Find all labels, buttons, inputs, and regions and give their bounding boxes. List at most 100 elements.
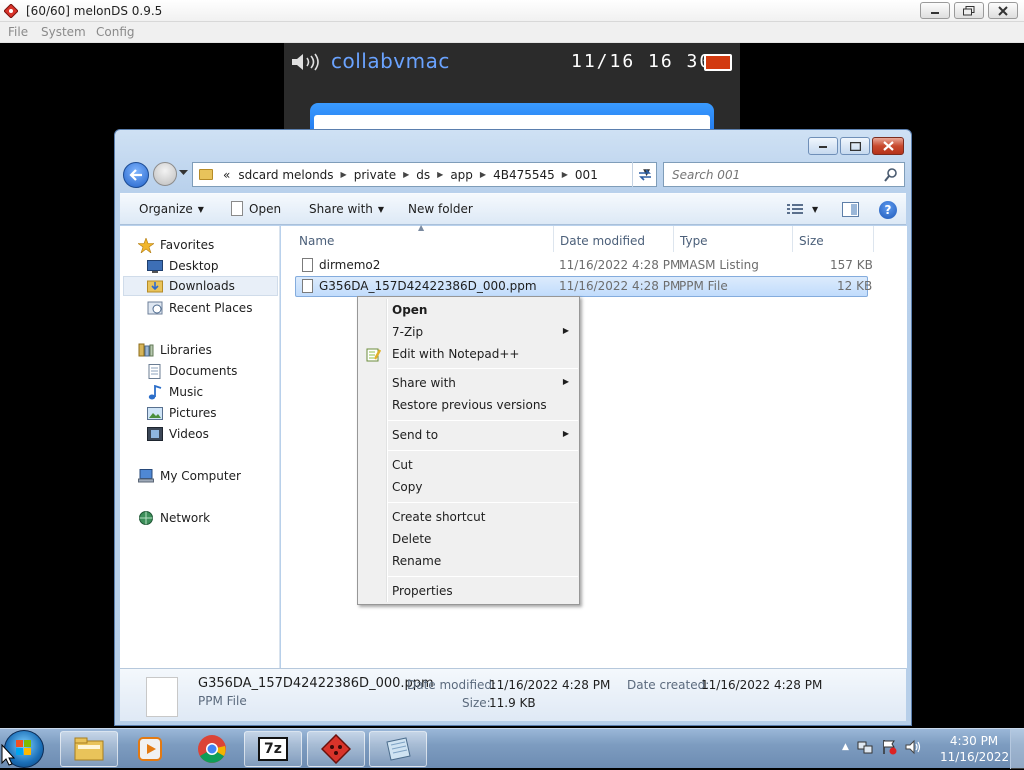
ctx-edit-notepad[interactable]: Edit with Notepad++ <box>360 344 577 365</box>
column-name[interactable]: Name <box>299 234 334 248</box>
clock-date: 11/16/2022 <box>940 750 1010 764</box>
details-size-label: Size: <box>462 696 491 710</box>
video-film-icon <box>147 427 163 441</box>
ctx-share-with-label: Share with <box>392 376 456 390</box>
breadcrumb-private[interactable]: private <box>354 168 396 182</box>
taskbar-chrome-button[interactable] <box>184 731 240 767</box>
breadcrumb-001[interactable]: 001 <box>575 168 598 182</box>
new-folder-button[interactable]: New folder <box>408 202 473 216</box>
search-icon[interactable] <box>884 168 898 182</box>
nav-recent-places[interactable]: Recent Places <box>147 298 252 318</box>
close-button[interactable] <box>988 2 1018 19</box>
forward-button[interactable] <box>153 162 177 186</box>
minimize-icon <box>819 146 827 148</box>
column-size[interactable]: Size <box>799 234 824 248</box>
nav-libraries[interactable]: Libraries <box>138 340 212 360</box>
action-center-flag-icon[interactable] <box>881 739 897 755</box>
show-hidden-icons[interactable]: ▲ <box>842 742 849 752</box>
explorer-maximize-button[interactable] <box>840 137 870 155</box>
file-name: dirmemo2 <box>319 258 381 272</box>
ctx-delete[interactable]: Delete <box>360 529 577 550</box>
explorer-close-button[interactable] <box>872 137 904 155</box>
ctx-restore-previous[interactable]: Restore previous versions <box>360 395 577 416</box>
file-size: 12 KB <box>837 279 873 293</box>
ctx-cut[interactable]: Cut <box>360 455 577 476</box>
nav-videos[interactable]: Videos <box>147 424 209 444</box>
melonds-icon <box>321 734 351 764</box>
share-with-label: Share with <box>309 202 373 216</box>
search-input[interactable] <box>670 167 870 183</box>
nav-pictures[interactable]: Pictures <box>147 403 217 423</box>
ctx-properties-label: Properties <box>392 584 453 598</box>
breadcrumb-app[interactable]: app <box>450 168 473 182</box>
music-note-icon <box>147 384 163 399</box>
file-row-ppm[interactable]: G356DA_157D42422386D_000.ppm 11/16/2022 … <box>295 276 872 297</box>
show-desktop-button[interactable] <box>1010 729 1024 769</box>
network-status-icon[interactable] <box>857 739 873 755</box>
recent-pages-dropdown-icon[interactable] <box>179 170 188 176</box>
navigation-pane: Favorites Desktop Downloads Recent Place… <box>120 226 280 668</box>
nav-network[interactable]: Network <box>138 508 210 528</box>
share-with-button[interactable]: Share with ▼ <box>309 202 384 216</box>
ctx-edit-notepad-label: Edit with Notepad++ <box>392 347 520 361</box>
taskbar-explorer-button[interactable] <box>60 731 118 767</box>
nav-desktop[interactable]: Desktop <box>147 256 219 276</box>
ctx-share-with[interactable]: Share with ▶ <box>360 373 577 394</box>
menu-config[interactable]: Config <box>96 25 135 39</box>
refresh-button[interactable] <box>632 162 656 187</box>
maximize-button[interactable] <box>954 2 984 19</box>
ctx-7zip[interactable]: 7-Zip ▶ <box>360 322 577 343</box>
view-list-icon <box>787 204 803 214</box>
taskbar-notepad-button[interactable] <box>369 731 427 767</box>
pictures-icon <box>147 406 163 420</box>
taskbar-clock[interactable]: 4:30 PM 11/16/2022 <box>940 733 1010 765</box>
open-button[interactable]: Open <box>231 200 281 216</box>
ctx-rename[interactable]: Rename <box>360 551 577 572</box>
taskbar-melonds-button[interactable] <box>307 731 365 767</box>
ds-top-screen[interactable]: collabvmac 11/16 16 30 <box>284 43 740 145</box>
organize-label: Organize <box>139 202 193 216</box>
address-bar[interactable]: « sdcard melonds ▶ private ▶ ds ▶ app ▶ … <box>192 162 657 187</box>
submenu-arrow-icon: ▶ <box>562 326 569 335</box>
volume-icon[interactable] <box>905 739 921 755</box>
nav-documents[interactable]: Documents <box>147 361 237 381</box>
ctx-restore-label: Restore previous versions <box>392 398 547 412</box>
nav-music[interactable]: Music <box>147 382 203 402</box>
ctx-send-to[interactable]: Send to ▶ <box>360 425 577 446</box>
nav-my-computer[interactable]: My Computer <box>138 466 241 486</box>
menu-system[interactable]: System <box>41 25 86 39</box>
ctx-7zip-label: 7-Zip <box>392 325 424 339</box>
back-button[interactable] <box>123 162 149 188</box>
breadcrumb-4b475545[interactable]: 4B475545 <box>493 168 555 182</box>
breadcrumb-ds[interactable]: ds <box>416 168 430 182</box>
ctx-create-shortcut[interactable]: Create shortcut <box>360 507 577 528</box>
ctx-properties[interactable]: Properties <box>360 581 577 602</box>
nav-favorites[interactable]: Favorites <box>138 235 214 255</box>
file-thumbnail-icon <box>146 677 178 717</box>
taskbar-7zip-button[interactable]: 7z <box>244 731 302 767</box>
7zip-icon: 7z <box>258 737 288 761</box>
back-arrow-icon <box>129 169 142 181</box>
explorer-minimize-button[interactable] <box>808 137 838 155</box>
nav-pictures-label: Pictures <box>169 406 217 420</box>
help-icon[interactable]: ? <box>879 201 897 219</box>
change-view-button[interactable]: ▼ <box>787 203 818 215</box>
context-menu: Open 7-Zip ▶ Edit with Notepad++ Share wi… <box>357 296 580 605</box>
nav-downloads[interactable]: Downloads <box>123 276 278 296</box>
taskbar: 7z ▲ 4:30 PM 11/16/2022 <box>0 728 1024 769</box>
details-date-created: 11/16/2022 4:28 PM <box>701 678 823 692</box>
ctx-open[interactable]: Open <box>360 300 577 321</box>
breadcrumb-overflow[interactable]: « <box>223 168 230 182</box>
minimize-button[interactable] <box>920 2 950 19</box>
column-date-modified[interactable]: Date modified <box>560 234 645 248</box>
taskbar-media-player-button[interactable] <box>122 731 178 767</box>
search-box[interactable] <box>663 162 905 187</box>
submenu-arrow-icon: ▶ <box>562 429 569 438</box>
menu-file[interactable]: File <box>8 25 28 39</box>
organize-button[interactable]: Organize ▼ <box>139 202 204 216</box>
ctx-copy[interactable]: Copy <box>360 477 577 498</box>
file-row-dirmemo2[interactable]: dirmemo2 11/16/2022 4:28 PM MASM Listing… <box>295 255 873 276</box>
column-type[interactable]: Type <box>680 234 708 248</box>
breadcrumb-sdcard[interactable]: sdcard melonds <box>238 168 333 182</box>
preview-pane-icon[interactable] <box>842 202 859 217</box>
